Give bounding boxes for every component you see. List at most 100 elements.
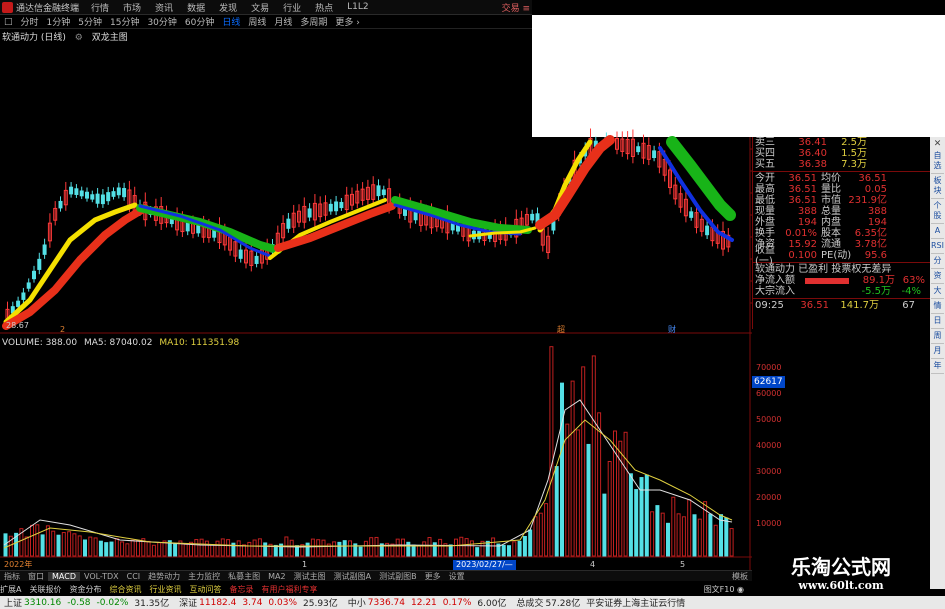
volume-bar xyxy=(597,412,602,557)
flags-row: 软通动力 已盈利 投票权无差异 xyxy=(755,264,892,275)
net-inflow-value: 89.1万 xyxy=(862,275,895,286)
period-60min[interactable]: 60分钟 xyxy=(181,15,218,28)
sidebar-tab[interactable]: 情 xyxy=(931,301,944,314)
indicator-tab[interactable]: 窗口 xyxy=(24,571,48,582)
indicator-tab[interactable]: 更多 xyxy=(421,571,445,582)
sidebar-tab[interactable]: 板块 xyxy=(931,176,944,199)
sidebar-tab[interactable]: 大 xyxy=(931,286,944,299)
sidebar-tab[interactable]: 年 xyxy=(931,361,944,374)
sub-status-link[interactable]: 备忘录 xyxy=(229,584,253,595)
menu-item-data[interactable]: 数据 xyxy=(187,1,205,14)
menu-item-industry[interactable]: 行业 xyxy=(283,1,301,14)
chart-marker: 2 xyxy=(60,325,65,334)
stat-row: 最高 36.51 量比 0.05 xyxy=(753,184,930,195)
menu-item-hot[interactable]: 热点 xyxy=(315,1,333,14)
close-icon[interactable]: ✕ xyxy=(934,139,942,149)
indicator-tab[interactable]: 主力监控 xyxy=(184,571,224,582)
period-weekly[interactable]: 周线 xyxy=(244,15,270,28)
volume-bar xyxy=(676,513,681,557)
indicator-tab[interactable]: 测试主图 xyxy=(290,571,330,582)
indicator-tab[interactable]: 测试副图A xyxy=(330,571,375,582)
sidebar-tab[interactable]: A xyxy=(931,226,944,239)
candle-body xyxy=(16,300,21,307)
sidebar-tab[interactable]: 分 xyxy=(931,256,944,269)
menu-item-news[interactable]: 资讯 xyxy=(155,1,173,14)
period-15min[interactable]: 15分钟 xyxy=(106,15,143,28)
indicator-tab[interactable]: MACD xyxy=(48,571,80,581)
gear-icon[interactable]: ⚙ xyxy=(75,33,83,43)
menu-item-quotes[interactable]: 行情 xyxy=(91,1,109,14)
volume-bar xyxy=(395,538,400,557)
sub-status-link[interactable]: 互动问答 xyxy=(189,584,221,595)
sidebar-tab[interactable]: 自选 xyxy=(931,151,944,174)
stat-value: 0.01% xyxy=(785,228,817,239)
volume-bar xyxy=(719,514,723,557)
volume-bar xyxy=(512,541,517,557)
period-more[interactable]: 更多 › xyxy=(331,15,363,28)
candle-body xyxy=(376,185,381,197)
candle-body xyxy=(456,224,460,232)
sidebar-tab[interactable]: 资 xyxy=(931,271,944,284)
sub-status-bar: 扩展A 关联报价 资金分布 综合资讯 行业资讯 互动问答 备忘录 有用户福利专享 图文F10 ◉ xyxy=(0,583,752,595)
indicator-tab[interactable]: 指标 xyxy=(0,571,24,582)
candle-body xyxy=(185,221,190,232)
sub-status-link[interactable]: 有用户福利专享 xyxy=(261,584,317,595)
low-price-label: 28.67 xyxy=(6,321,29,330)
candle-body xyxy=(339,201,344,209)
volume-bar xyxy=(83,539,87,557)
stat-value: 194 xyxy=(797,217,817,228)
menu-item-wenyi[interactable]: 文易 xyxy=(251,1,269,14)
sub-status-link[interactable]: 扩展A xyxy=(0,584,21,595)
volume-bar xyxy=(660,512,665,557)
indicator-tab[interactable]: 设置 xyxy=(445,571,469,582)
watermark: 乐淘公式网 www.60lt.com xyxy=(752,555,930,596)
indicator-tab[interactable]: CCI xyxy=(123,572,145,581)
indicator-tab[interactable]: MA2 xyxy=(264,572,289,581)
menu-item-l1l2[interactable]: L1L2 xyxy=(347,2,368,12)
stat-value: 36.51 xyxy=(858,173,887,184)
menu-item-market[interactable]: 市场 xyxy=(123,1,141,14)
indicator-tab[interactable]: VOL-TDX xyxy=(80,572,123,581)
index-change: 12.21 xyxy=(411,597,437,608)
period-toggle[interactable]: □ xyxy=(0,17,17,27)
period-5min[interactable]: 5分钟 xyxy=(74,15,106,28)
indicator-tab[interactable]: 测试副图B xyxy=(375,571,421,582)
candle-body xyxy=(652,150,657,159)
indicator-tab[interactable]: 私募主图 xyxy=(224,571,264,582)
volume-axis-label: 50000 xyxy=(756,415,781,424)
index-value: 7336.74 xyxy=(367,597,406,608)
volume-bar xyxy=(713,524,718,557)
period-monthly[interactable]: 月线 xyxy=(270,15,296,28)
volume-bar xyxy=(591,355,596,557)
period-intraday[interactable]: 分时 xyxy=(17,15,43,28)
volume-bar xyxy=(67,531,72,557)
period-30min[interactable]: 30分钟 xyxy=(143,15,180,28)
period-multi[interactable]: 多周期 xyxy=(296,15,331,28)
date-axis-label: 2022年 xyxy=(4,559,32,569)
sub-status-link[interactable]: 综合资讯 xyxy=(109,584,141,595)
period-daily[interactable]: 日线 xyxy=(218,15,244,28)
volume-bar xyxy=(125,543,130,557)
candle-body xyxy=(37,258,42,270)
volume-bar xyxy=(24,536,29,557)
f10-button[interactable]: 图文F10 ◉ xyxy=(704,584,744,595)
sidebar-tab[interactable]: 个股 xyxy=(931,201,944,224)
volume-bar xyxy=(528,529,533,557)
candle-body xyxy=(328,203,333,212)
volume-bar xyxy=(348,540,352,557)
menu-item-discover[interactable]: 发现 xyxy=(219,1,237,14)
trade-button[interactable]: 交易 ≡ xyxy=(502,1,530,14)
template-button[interactable]: 模板 xyxy=(728,571,752,582)
sidebar-tab[interactable]: 日 xyxy=(931,316,944,329)
sidebar-tab[interactable]: 周 xyxy=(931,331,944,344)
sidebar-tab[interactable]: 月 xyxy=(931,346,944,359)
sidebar-tab[interactable]: RSI xyxy=(931,241,944,254)
index-name: 中小 xyxy=(347,599,366,609)
sub-status-link[interactable]: 行业资讯 xyxy=(149,584,181,595)
sub-status-link[interactable]: 关联报价 xyxy=(29,584,61,595)
period-1min[interactable]: 1分钟 xyxy=(43,15,75,28)
sub-status-link[interactable]: 资金分布 xyxy=(69,584,101,595)
indicator-tab[interactable]: 趋势动力 xyxy=(144,571,184,582)
index-value: 3310.16 xyxy=(24,597,62,608)
volume-bar xyxy=(692,514,697,557)
